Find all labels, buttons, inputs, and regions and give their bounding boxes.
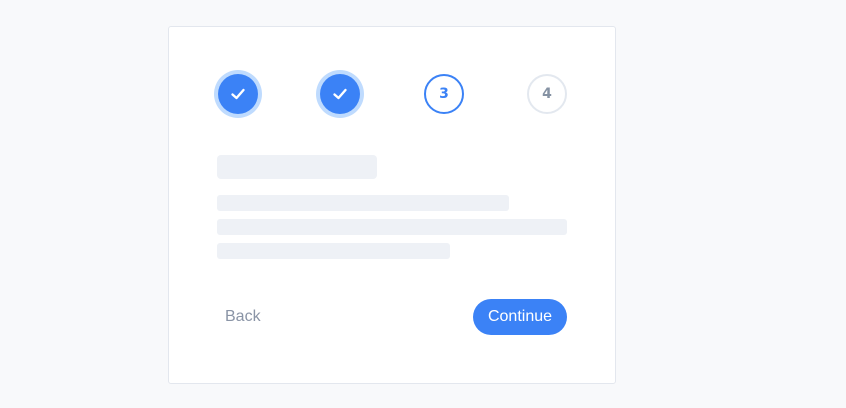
back-button[interactable]: Back xyxy=(217,299,269,335)
step-2-completed[interactable] xyxy=(320,74,360,114)
step-1-completed[interactable] xyxy=(218,74,258,114)
continue-button[interactable]: Continue xyxy=(473,299,567,335)
skeleton-line xyxy=(217,219,567,235)
skeleton-title xyxy=(217,155,377,179)
check-icon xyxy=(231,88,245,100)
step-3-current[interactable]: 3 xyxy=(424,74,464,114)
step-4-number: 4 xyxy=(542,86,552,102)
skeleton-line xyxy=(217,195,509,211)
wizard-card: 3 4 Back Continue xyxy=(168,26,616,384)
skeleton-line xyxy=(217,243,450,259)
step-3-number: 3 xyxy=(439,86,449,102)
step-4-upcoming[interactable]: 4 xyxy=(527,74,567,114)
check-icon xyxy=(333,88,347,100)
